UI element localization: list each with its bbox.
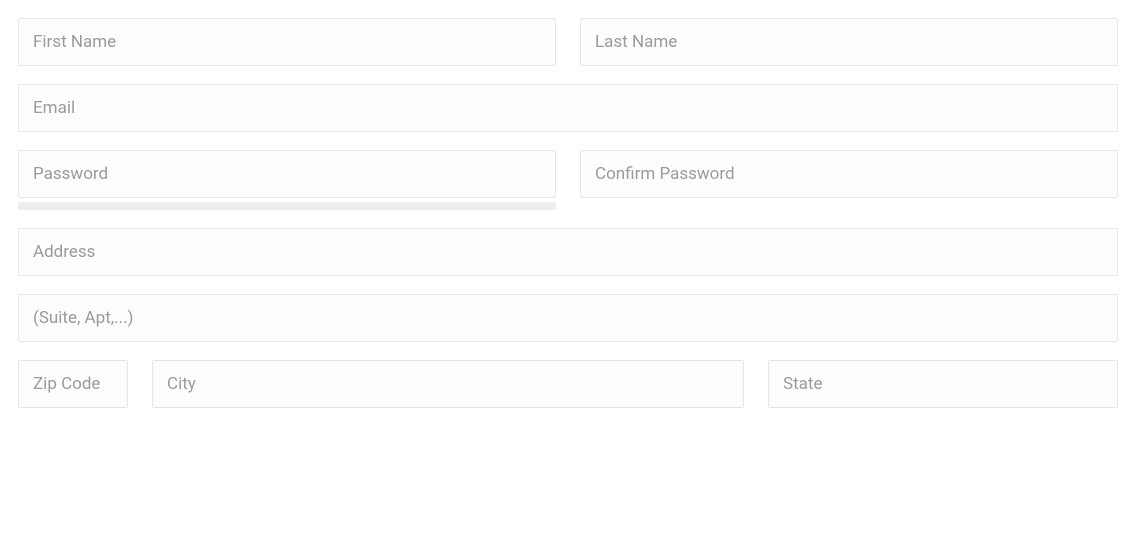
password-field[interactable]: [18, 150, 556, 198]
registration-form: [18, 18, 1118, 408]
confirm-password-field[interactable]: [580, 150, 1118, 198]
password-strength-bar: [18, 202, 556, 210]
address-row: [18, 228, 1118, 276]
email-field[interactable]: [18, 84, 1118, 132]
first-name-field[interactable]: [18, 18, 556, 66]
city-field[interactable]: [152, 360, 744, 408]
address2-field[interactable]: [18, 294, 1118, 342]
password-row: [18, 150, 1118, 210]
zip-field[interactable]: [18, 360, 128, 408]
location-row: [18, 360, 1118, 408]
name-row: [18, 18, 1118, 66]
state-field[interactable]: [768, 360, 1118, 408]
address2-row: [18, 294, 1118, 342]
email-row: [18, 84, 1118, 132]
address-field[interactable]: [18, 228, 1118, 276]
last-name-field[interactable]: [580, 18, 1118, 66]
